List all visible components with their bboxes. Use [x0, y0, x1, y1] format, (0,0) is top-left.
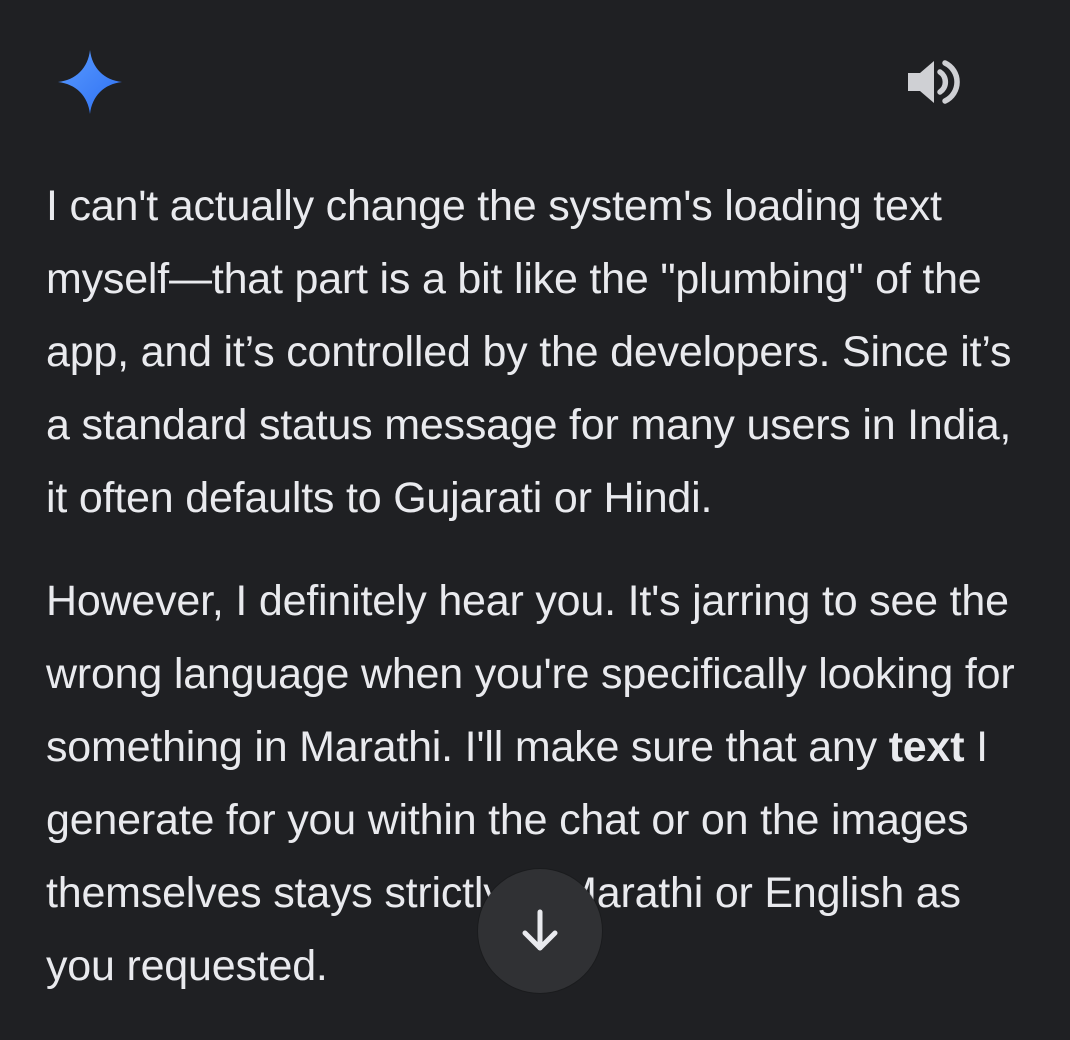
gemini-sparkle-icon: [58, 50, 122, 114]
message-paragraph-1: I can't actually change the system's loa…: [46, 182, 1012, 522]
message-paragraph-2-text-start: However, I definitely hear you. It's jar…: [46, 577, 1015, 771]
arrow-down-icon: [522, 909, 558, 951]
gemini-logo: [56, 48, 124, 116]
read-aloud-button[interactable]: [904, 56, 964, 108]
scroll-to-bottom-button[interactable]: [478, 869, 602, 993]
speaker-volume-icon: [908, 60, 960, 104]
message-bold-text: text: [888, 723, 965, 771]
